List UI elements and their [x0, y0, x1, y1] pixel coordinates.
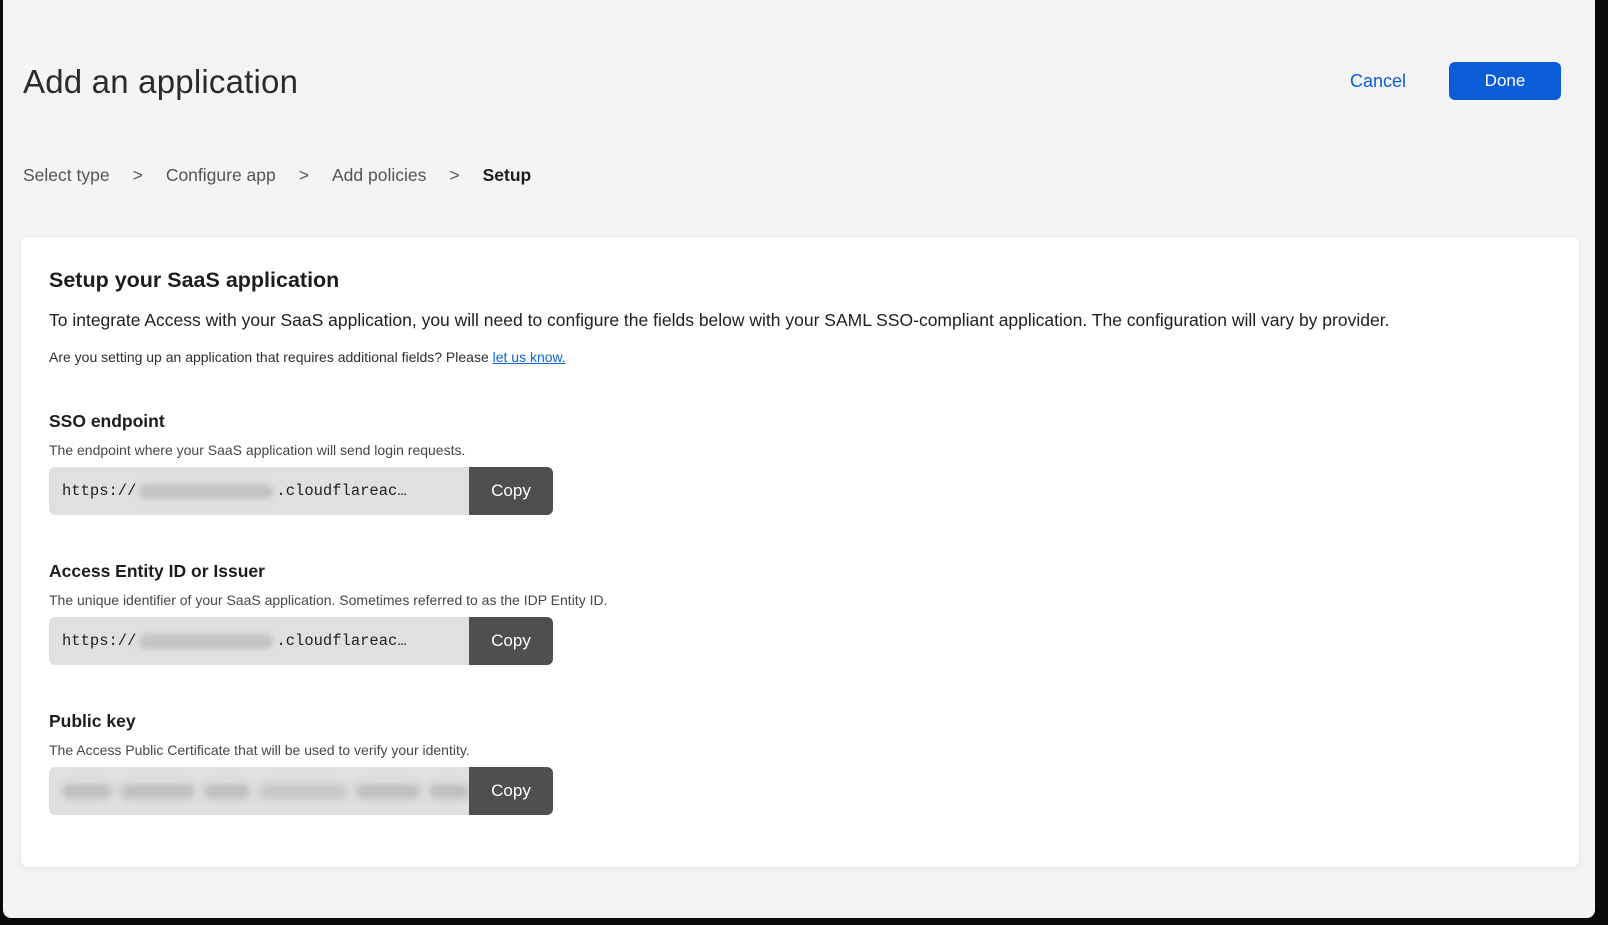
redacted-value: [139, 634, 273, 649]
breadcrumb-step-select-type[interactable]: Select type: [23, 165, 110, 186]
setup-card: Setup your SaaS application To integrate…: [20, 236, 1580, 868]
redacted-value: [62, 784, 112, 799]
field-group-sso-endpoint: SSO endpoint The endpoint where your Saa…: [49, 411, 1551, 515]
note-prefix: Are you setting up an application that r…: [49, 349, 493, 365]
public-key-row: Copy: [49, 767, 553, 815]
public-key-label: Public key: [49, 711, 1551, 732]
breadcrumb-step-setup: Setup: [483, 165, 532, 186]
sso-endpoint-label: SSO endpoint: [49, 411, 1551, 432]
value-prefix: https://: [62, 632, 136, 650]
breadcrumb-separator: >: [449, 165, 459, 186]
redacted-value: [429, 784, 469, 799]
note-text: Are you setting up an application that r…: [49, 349, 1551, 365]
access-entity-id-value: https:// .cloudflareac…: [49, 617, 469, 665]
cancel-button[interactable]: Cancel: [1350, 71, 1406, 92]
breadcrumb-separator: >: [299, 165, 309, 186]
breadcrumb-step-configure-app[interactable]: Configure app: [166, 165, 276, 186]
breadcrumb-separator: >: [133, 165, 143, 186]
public-key-copy-button[interactable]: Copy: [469, 767, 553, 815]
redacted-value: [139, 484, 273, 499]
breadcrumb-step-add-policies[interactable]: Add policies: [332, 165, 426, 186]
field-group-access-entity-id: Access Entity ID or Issuer The unique id…: [49, 561, 1551, 665]
access-entity-id-row: https:// .cloudflareac… Copy: [49, 617, 553, 665]
page-header: Add an application Cancel Done: [3, 0, 1595, 102]
value-suffix: .cloudflareac…: [276, 632, 406, 650]
let-us-know-link[interactable]: let us know.: [493, 349, 566, 365]
redacted-value: [121, 784, 195, 799]
sso-endpoint-description: The endpoint where your SaaS application…: [49, 442, 1551, 458]
public-key-description: The Access Public Certificate that will …: [49, 742, 1551, 758]
access-entity-id-copy-button[interactable]: Copy: [469, 617, 553, 665]
value-prefix: https://: [62, 482, 136, 500]
field-group-public-key: Public key The Access Public Certificate…: [49, 711, 1551, 815]
intro-text: To integrate Access with your SaaS appli…: [49, 309, 1551, 332]
public-key-value: [49, 767, 469, 815]
redacted-value: [259, 784, 347, 799]
redacted-value: [356, 784, 420, 799]
app-window: Add an application Cancel Done Select ty…: [3, 0, 1595, 918]
card-heading: Setup your SaaS application: [49, 267, 1551, 293]
sso-endpoint-value: https:// .cloudflareac…: [49, 467, 469, 515]
header-actions: Cancel Done: [1350, 62, 1561, 100]
breadcrumb: Select type > Configure app > Add polici…: [23, 165, 1595, 186]
access-entity-id-label: Access Entity ID or Issuer: [49, 561, 1551, 582]
redacted-value: [204, 784, 250, 799]
done-button[interactable]: Done: [1449, 62, 1561, 100]
access-entity-id-description: The unique identifier of your SaaS appli…: [49, 592, 1551, 608]
sso-endpoint-row: https:// .cloudflareac… Copy: [49, 467, 553, 515]
sso-endpoint-copy-button[interactable]: Copy: [469, 467, 553, 515]
value-suffix: .cloudflareac…: [276, 482, 406, 500]
